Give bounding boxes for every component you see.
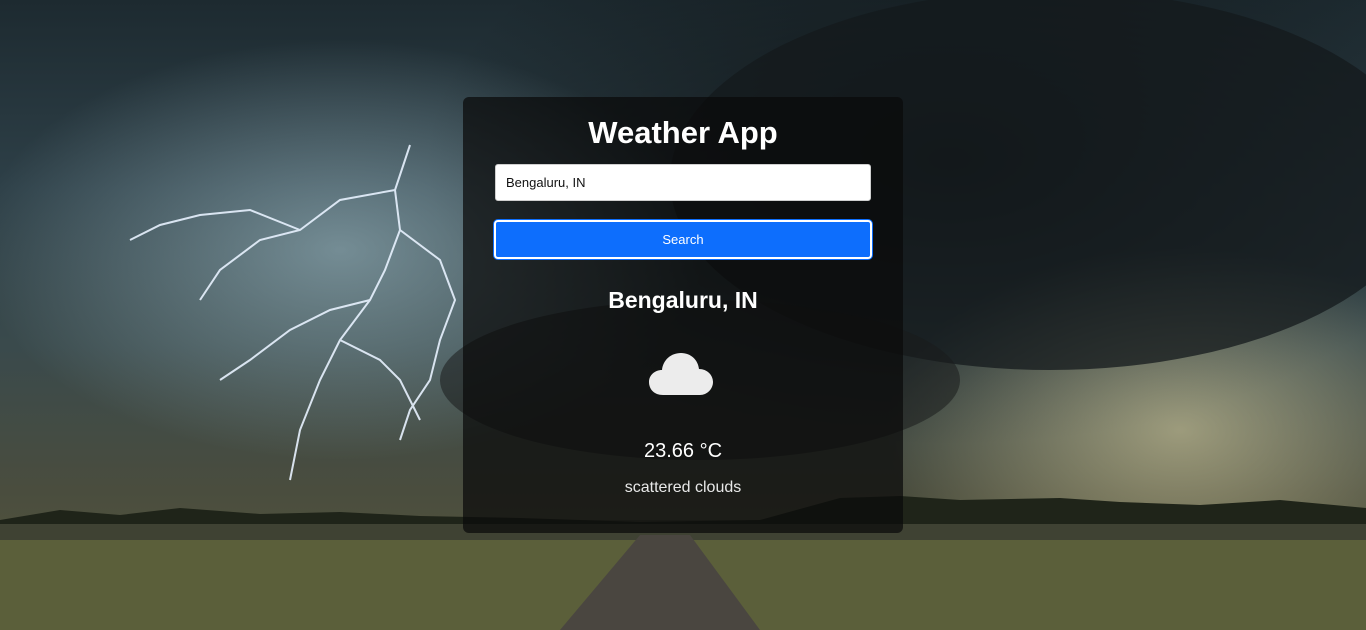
- temperature-value: 23.66 °C: [643, 440, 723, 462]
- city-search-input[interactable]: [495, 164, 871, 201]
- search-button[interactable]: Search: [494, 220, 872, 259]
- app-title: Weather App: [588, 115, 778, 150]
- location-name: Bengaluru, IN: [608, 287, 758, 313]
- weather-card: Weather App Search Bengaluru, IN 23.66 °…: [463, 97, 903, 533]
- cloud-icon: [649, 353, 713, 395]
- weather-description: scattered clouds: [624, 479, 742, 496]
